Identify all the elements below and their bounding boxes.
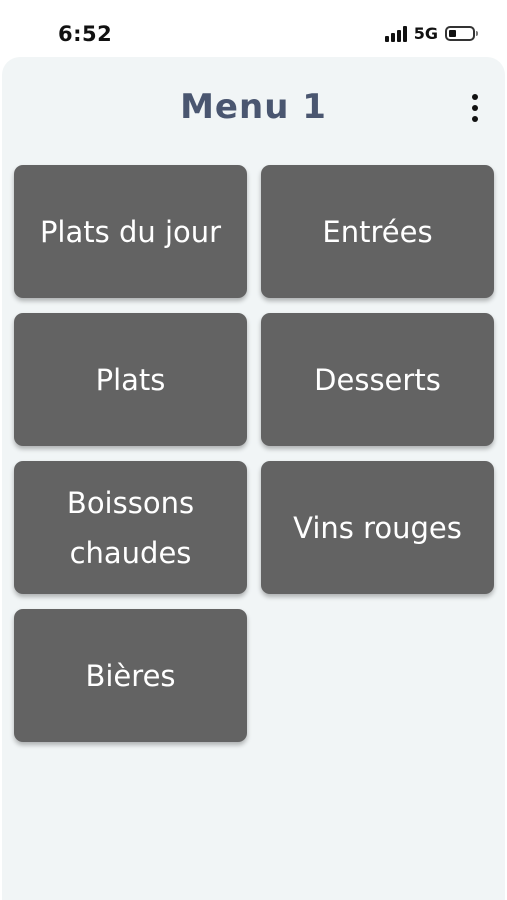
app-screen: Menu 1 Plats du jour Entrées Plats Desse…: [2, 57, 505, 900]
category-label: Bières: [85, 658, 176, 693]
category-label: Vins rouges: [293, 510, 462, 545]
category-label: Entrées: [322, 214, 433, 249]
battery-icon: [445, 26, 478, 41]
more-options-button[interactable]: [462, 91, 488, 125]
category-tile-bieres[interactable]: Bières: [14, 609, 247, 742]
category-label: Boissons chaudes: [66, 485, 195, 570]
category-tile-plats[interactable]: Plats: [14, 313, 247, 446]
network-type: 5G: [413, 24, 438, 43]
category-tile-boissons-chaudes[interactable]: Boissons chaudes: [14, 461, 247, 594]
category-tile-desserts[interactable]: Desserts: [261, 313, 494, 446]
category-tile-entrees[interactable]: Entrées: [261, 165, 494, 298]
category-tile-vins-rouges[interactable]: Vins rouges: [261, 461, 494, 594]
battery-level: [449, 30, 456, 37]
signal-icon: [384, 25, 407, 42]
status-indicators: 5G: [384, 24, 478, 43]
category-label: Plats du jour: [39, 214, 222, 249]
status-time: 6:52: [58, 22, 113, 46]
more-vertical-icon: [472, 94, 478, 100]
status-bar: 6:52 5G: [0, 0, 507, 58]
category-tile-plats-du-jour[interactable]: Plats du jour: [14, 165, 247, 298]
page-title: Menu 1: [180, 87, 327, 127]
category-label: Desserts: [314, 362, 441, 397]
category-label: Plats: [95, 362, 166, 397]
